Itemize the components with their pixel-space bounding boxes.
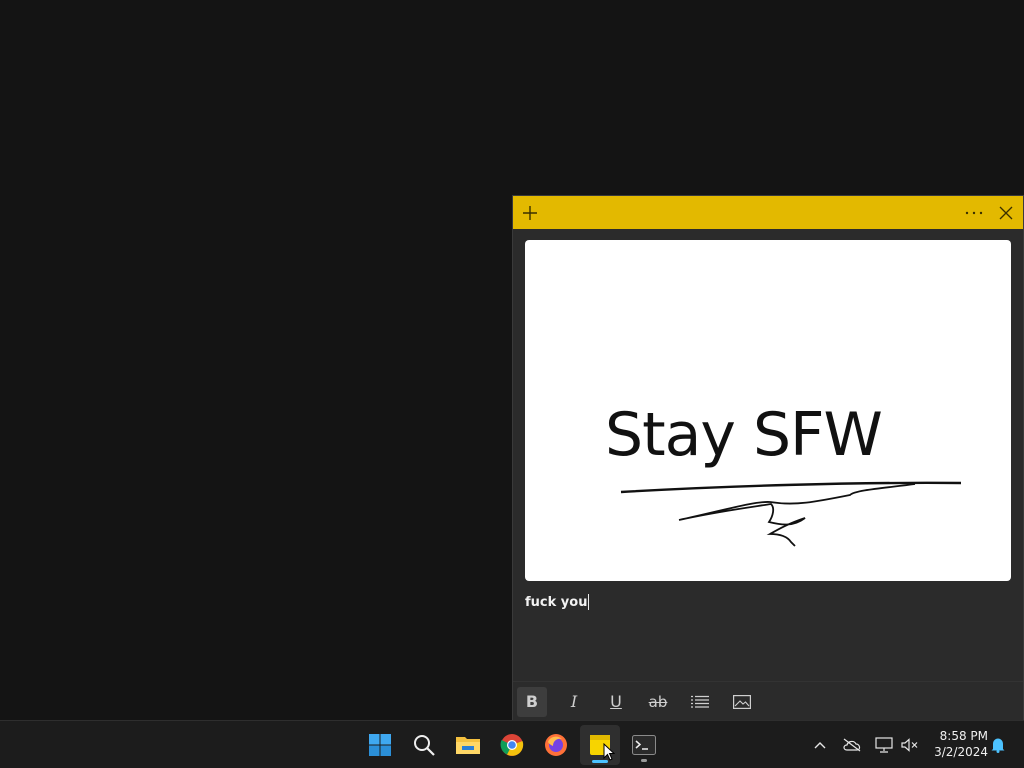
clock-date: 3/2/2024	[934, 745, 988, 759]
chevron-up-icon[interactable]	[808, 733, 832, 757]
network-icon[interactable]	[872, 733, 896, 757]
note-image[interactable]: Stay SFW	[525, 240, 1011, 581]
bold-icon[interactable]: B	[517, 686, 547, 717]
strikethrough-icon[interactable]: ab	[643, 687, 673, 717]
start-icon[interactable]	[360, 725, 400, 765]
text-caret	[588, 594, 590, 610]
image-icon[interactable]	[727, 687, 757, 717]
file-explorer-icon[interactable]	[448, 725, 488, 765]
chrome-icon[interactable]	[492, 725, 532, 765]
clock-time: 8:58 PM	[939, 729, 988, 743]
system-clock[interactable]: 8:58 PM 3/2/2024	[926, 728, 988, 762]
note-text-content: fuck you	[525, 594, 588, 610]
taskbar: 8:58 PM 3/2/2024	[0, 720, 1024, 768]
search-icon[interactable]	[404, 725, 444, 765]
running-indicator	[641, 759, 647, 762]
firefox-icon[interactable]	[536, 725, 576, 765]
sticky-notes-icon[interactable]	[580, 725, 620, 765]
add-icon[interactable]	[514, 196, 546, 229]
mouse-cursor-icon	[603, 743, 615, 761]
bullet-list-icon[interactable]	[685, 687, 715, 717]
italic-icon[interactable]: I	[559, 687, 589, 717]
onedrive-offline-icon[interactable]	[840, 733, 864, 757]
volume-muted-icon[interactable]	[898, 733, 922, 757]
signature-scribble-icon	[620, 481, 962, 547]
underline-icon[interactable]: U	[601, 687, 631, 717]
note-header[interactable]	[513, 196, 1023, 229]
note-body-text[interactable]: fuck you	[525, 592, 590, 612]
sticky-note-window[interactable]: Stay SFW fuck you B I U ab	[512, 195, 1024, 720]
close-icon[interactable]	[990, 196, 1022, 229]
format-toolbar: B I U ab	[513, 681, 1023, 721]
more-icon[interactable]	[958, 196, 990, 229]
terminal-icon[interactable]	[624, 725, 664, 765]
notification-bell-icon[interactable]	[986, 733, 1010, 757]
